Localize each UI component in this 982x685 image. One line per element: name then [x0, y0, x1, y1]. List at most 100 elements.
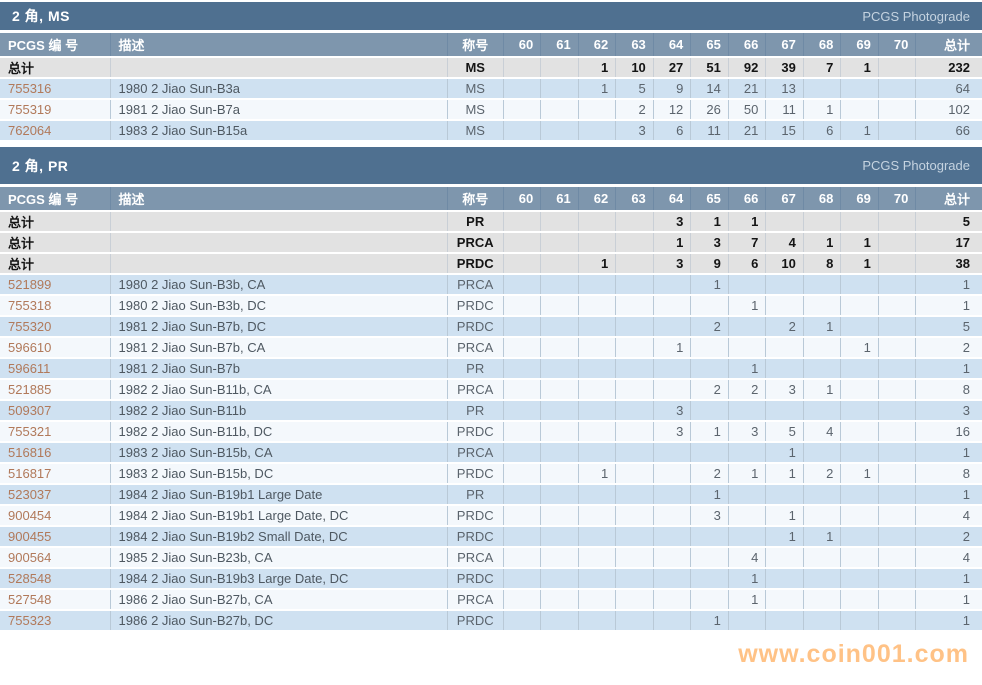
- pcgs-number-link[interactable]: 755323: [0, 610, 110, 631]
- total-column-header: 总计: [916, 187, 982, 211]
- grade-66-cell: [728, 274, 766, 295]
- description-cell: 1982 2 Jiao Sun-B11b, DC: [110, 421, 447, 442]
- grade-70-cell: [878, 568, 916, 589]
- grade-62-cell: [578, 484, 616, 505]
- grade-64-cell: 1: [653, 337, 691, 358]
- grade-61-column-header: 61: [541, 187, 579, 211]
- grade-70-cell: [878, 211, 916, 232]
- grade-66-cell: 1: [728, 463, 766, 484]
- pcgs-number-link[interactable]: 509307: [0, 400, 110, 421]
- grade-68-cell: [803, 589, 841, 610]
- pcgs-number-link[interactable]: 900454: [0, 505, 110, 526]
- grade-70-cell: [878, 421, 916, 442]
- grade-64-cell: 1: [653, 232, 691, 253]
- section-title-ms: 2 角, MS: [12, 6, 70, 26]
- grade-65-cell: 11: [691, 120, 729, 141]
- grade-65-cell: 2: [691, 379, 729, 400]
- grade-60-cell: [503, 274, 541, 295]
- grade-68-cell: [803, 547, 841, 568]
- pcgs-number-link[interactable]: 755319: [0, 99, 110, 120]
- row-total-cell: 232: [916, 57, 982, 78]
- pcgs-number-link[interactable]: 521885: [0, 379, 110, 400]
- grade-65-cell: [691, 400, 729, 421]
- pcgs-number-link[interactable]: 596610: [0, 337, 110, 358]
- grade-62-cell: [578, 211, 616, 232]
- pcgs-number-link[interactable]: 755321: [0, 421, 110, 442]
- pcgs-number-link[interactable]: 900564: [0, 547, 110, 568]
- row-total-cell: 38: [916, 253, 982, 274]
- grade-67-cell: 5: [766, 421, 804, 442]
- pcgs-photograde-link[interactable]: PCGS Photograde: [862, 9, 970, 24]
- description-column-header: 描述: [110, 33, 447, 57]
- grade-65-cell: [691, 589, 729, 610]
- grade-63-cell: [616, 484, 654, 505]
- pcgs-number-link[interactable]: 523037: [0, 484, 110, 505]
- grade-68-cell: 1: [803, 526, 841, 547]
- grade-61-cell: [541, 78, 579, 99]
- grade-69-cell: [841, 610, 879, 631]
- row-total-cell: 64: [916, 78, 982, 99]
- grade-63-cell: 2: [616, 99, 654, 120]
- grade-66-cell: 1: [728, 211, 766, 232]
- grade-64-column-header: 64: [653, 187, 691, 211]
- coin-row: 5168161983 2 Jiao Sun-B15b, CAPRCA11: [0, 442, 982, 463]
- grade-66-cell: 50: [728, 99, 766, 120]
- pcgs-number-link[interactable]: 755320: [0, 316, 110, 337]
- pcgs-number-link[interactable]: 755316: [0, 78, 110, 99]
- grade-64-cell: [653, 463, 691, 484]
- pcgs-number-link[interactable]: 521899: [0, 274, 110, 295]
- grade-61-cell: [541, 505, 579, 526]
- grade-65-cell: [691, 295, 729, 316]
- grade-68-cell: [803, 505, 841, 526]
- grade-69-cell: [841, 568, 879, 589]
- pcgs-number-link[interactable]: 516816: [0, 442, 110, 463]
- designation-cell: PR: [447, 358, 503, 379]
- description-cell: 1980 2 Jiao Sun-B3b, CA: [110, 274, 447, 295]
- grade-60-cell: [503, 442, 541, 463]
- grade-67-cell: 1: [766, 526, 804, 547]
- designation-cell: PRDC: [447, 610, 503, 631]
- grade-62-cell: [578, 120, 616, 141]
- grade-65-cell: 1: [691, 211, 729, 232]
- grade-67-cell: [766, 610, 804, 631]
- pcgs-number-link[interactable]: 596611: [0, 358, 110, 379]
- grade-62-column-header: 62: [578, 33, 616, 57]
- designation-cell: PRCA: [447, 589, 503, 610]
- pcgs-photograde-link[interactable]: PCGS Photograde: [862, 158, 970, 173]
- pcgs-number-link[interactable]: 900455: [0, 526, 110, 547]
- pcgs-number-link[interactable]: 516817: [0, 463, 110, 484]
- grade-70-cell: [878, 99, 916, 120]
- description-cell: 1984 2 Jiao Sun-B19b1 Large Date: [110, 484, 447, 505]
- grade-61-cell: [541, 379, 579, 400]
- grade-62-cell: [578, 400, 616, 421]
- row-total-cell: 16: [916, 421, 982, 442]
- grade-62-cell: 1: [578, 253, 616, 274]
- totals-row: 总计PR3115: [0, 211, 982, 232]
- grade-60-cell: [503, 120, 541, 141]
- grade-70-cell: [878, 57, 916, 78]
- grade-67-cell: 4: [766, 232, 804, 253]
- grade-63-cell: [616, 526, 654, 547]
- grade-68-cell: 6: [803, 120, 841, 141]
- description-cell: [110, 232, 447, 253]
- row-total-cell: 8: [916, 463, 982, 484]
- grade-65-cell: 1: [691, 484, 729, 505]
- grade-68-cell: 7: [803, 57, 841, 78]
- pcgs-number-link[interactable]: 527548: [0, 589, 110, 610]
- pcgs-number-link[interactable]: 528548: [0, 568, 110, 589]
- designation-column-header: 称号: [447, 33, 503, 57]
- population-report-page: 2 角, MS PCGS Photograde PCGS 编 号描述称号6061…: [0, 0, 982, 685]
- grade-61-cell: [541, 484, 579, 505]
- grade-60-cell: [503, 232, 541, 253]
- row-total-cell: 1: [916, 568, 982, 589]
- coin-row: 5230371984 2 Jiao Sun-B19b1 Large DatePR…: [0, 484, 982, 505]
- grade-68-column-header: 68: [803, 187, 841, 211]
- grade-66-cell: 7: [728, 232, 766, 253]
- grade-62-cell: [578, 421, 616, 442]
- pcgs-number-link[interactable]: 762064: [0, 120, 110, 141]
- grade-62-cell: [578, 589, 616, 610]
- description-cell: 1982 2 Jiao Sun-B11b, CA: [110, 379, 447, 400]
- grade-66-cell: 21: [728, 120, 766, 141]
- total-row-label: 总计: [0, 232, 110, 253]
- pcgs-number-link[interactable]: 755318: [0, 295, 110, 316]
